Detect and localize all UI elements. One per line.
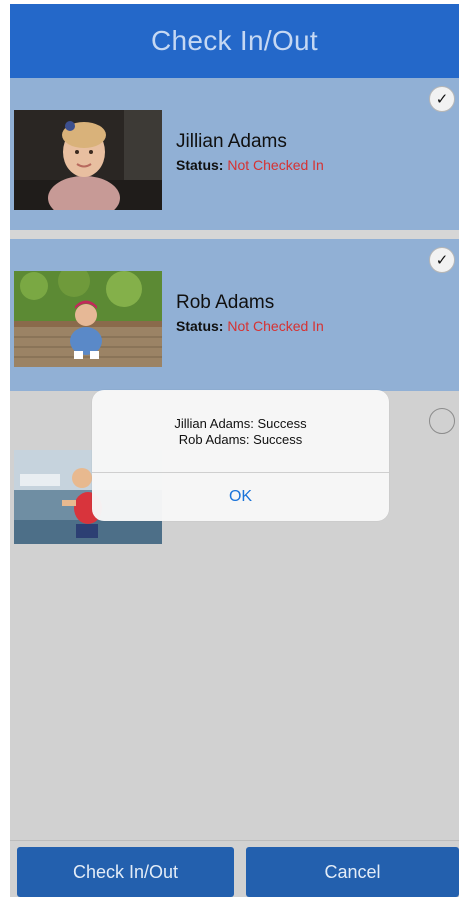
alert-message: Jillian Adams: Success Rob Adams: Succes… bbox=[92, 416, 389, 448]
app-screen: Check In/Out Jillian Adams Status: Not C… bbox=[10, 4, 459, 897]
alert-overlay: Jillian Adams: Success Rob Adams: Succes… bbox=[10, 4, 459, 897]
alert-line: Rob Adams: Success bbox=[178, 432, 303, 447]
ok-button[interactable]: OK bbox=[92, 473, 389, 521]
alert-line: Jillian Adams: Success bbox=[174, 416, 307, 431]
success-alert: Jillian Adams: Success Rob Adams: Succes… bbox=[92, 390, 389, 521]
